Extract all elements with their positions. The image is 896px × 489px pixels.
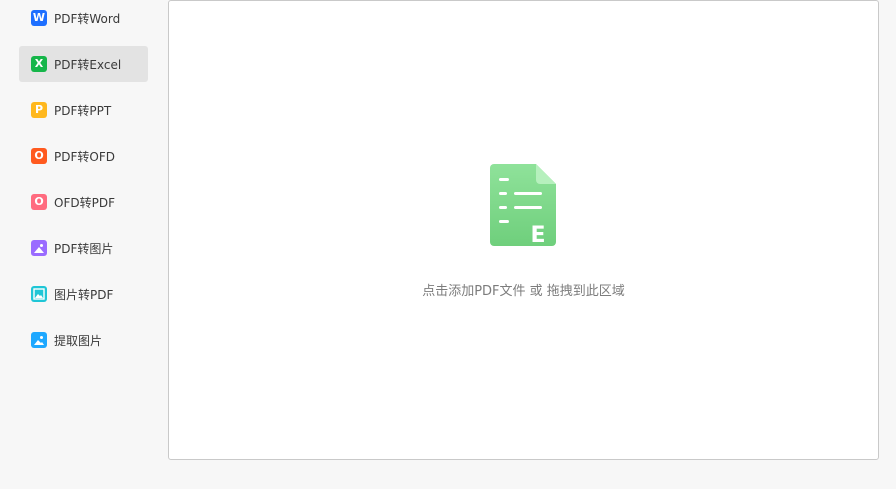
sidebar-item-label: PDF转Excel xyxy=(54,57,122,72)
sidebar-item-extract-image[interactable]: 提取图片 xyxy=(19,322,148,358)
app-window: W PDF转Word X PDF转Excel P PDF转PPT O PDF转O… xyxy=(0,0,896,489)
sidebar-item-pdf-to-ofd[interactable]: O PDF转OFD xyxy=(19,138,148,174)
extract-image-icon xyxy=(31,332,47,348)
sidebar-item-pdf-to-word[interactable]: W PDF转Word xyxy=(19,0,148,36)
sidebar-item-label: PDF转OFD xyxy=(54,149,115,164)
sidebar-item-label: PDF转图片 xyxy=(54,241,114,256)
ofd-icon: O xyxy=(31,148,47,164)
sidebar-item-pdf-to-excel[interactable]: X PDF转Excel xyxy=(19,46,148,82)
file-drop-zone[interactable]: E 点击添加PDF文件 或 拖拽到此区域 xyxy=(168,0,879,460)
sidebar-item-label: PDF转Word xyxy=(54,11,121,26)
sidebar-item-label: 提取图片 xyxy=(54,333,103,348)
ppt-icon: P xyxy=(31,102,47,118)
sidebar-item-image-to-pdf[interactable]: 图片转PDF xyxy=(19,276,148,312)
image-to-pdf-icon xyxy=(31,286,47,302)
sidebar: W PDF转Word X PDF转Excel P PDF转PPT O PDF转O… xyxy=(0,0,166,489)
sidebar-item-pdf-to-image[interactable]: PDF转图片 xyxy=(19,230,148,266)
word-icon: W xyxy=(31,10,47,26)
sidebar-item-label: OFD转PDF xyxy=(54,195,115,210)
pdf-to-image-icon xyxy=(31,240,47,256)
excel-file-glyph: E xyxy=(530,223,545,248)
drop-hint-text: 点击添加PDF文件 或 拖拽到此区域 xyxy=(422,284,625,299)
excel-file-icon: E xyxy=(490,164,556,248)
excel-icon: X xyxy=(31,56,47,72)
sidebar-item-pdf-to-ppt[interactable]: P PDF转PPT xyxy=(19,92,148,128)
sidebar-item-label: PDF转PPT xyxy=(54,103,112,118)
sidebar-item-ofd-to-pdf[interactable]: O OFD转PDF xyxy=(19,184,148,220)
sidebar-item-label: 图片转PDF xyxy=(54,287,114,302)
ofd-to-pdf-icon: O xyxy=(31,194,47,210)
